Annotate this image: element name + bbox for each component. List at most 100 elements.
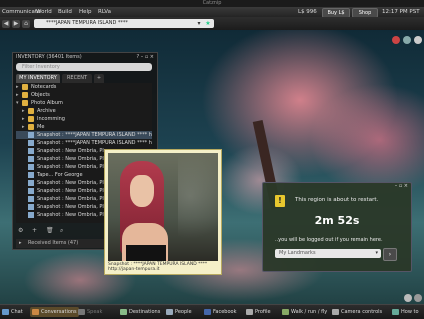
- back-icon[interactable]: ◀: [2, 20, 10, 28]
- toolbar-label: People: [175, 309, 192, 315]
- inventory-item-label: Snapshot : New Ombria, Plan: [37, 212, 111, 218]
- destinations-icon: [120, 308, 127, 315]
- snapshot-icon: [28, 204, 34, 210]
- snapshot-caption: Snapshot : ****JAPAN TEMPURA ISLAND ****…: [108, 262, 207, 272]
- collapsed-arrow-icon[interactable]: ▸: [16, 91, 19, 99]
- snapshot-icon: [28, 180, 34, 186]
- menu-build[interactable]: Build: [58, 7, 72, 17]
- teleport-go-button[interactable]: ›: [383, 248, 397, 261]
- voice-icon[interactable]: [414, 36, 422, 44]
- toolbar-chat-button[interactable]: Chat: [2, 307, 23, 317]
- bottom-toolbar: Chat Conversations Speak Destinations People…: [0, 304, 424, 319]
- collapsed-arrow-icon[interactable]: ▸: [22, 123, 25, 131]
- warning-icon: !: [275, 195, 285, 207]
- speak-icon: [78, 308, 85, 315]
- toolbar-label: Profile: [255, 309, 271, 315]
- folder-icon: [22, 100, 28, 106]
- chevron-down-icon[interactable]: ▾: [195, 20, 203, 28]
- collapsed-arrow-icon[interactable]: ▸: [16, 83, 19, 91]
- toolbar-walk-button[interactable]: Walk / run / fly: [282, 307, 327, 317]
- location-input[interactable]: ****JAPAN TEMPURA ISLAND ****: [34, 19, 214, 28]
- avatar-face: [130, 175, 154, 207]
- favorite-star-icon[interactable]: ★: [204, 20, 212, 28]
- landmark-select[interactable]: My Landmarks ▾: [275, 249, 381, 258]
- toolbar-label: Speak: [87, 309, 103, 315]
- collapsed-arrow-icon[interactable]: ▸: [22, 107, 25, 115]
- expanded-arrow-icon[interactable]: ▾: [16, 99, 19, 107]
- inventory-item[interactable]: Snapshot : ****JAPAN TEMPURA ISLAND ****…: [16, 131, 152, 139]
- inventory-folder[interactable]: ▸ Notecards: [16, 83, 152, 91]
- snapshot-icon: [28, 140, 34, 146]
- forward-icon[interactable]: ▶: [12, 20, 20, 28]
- folder-icon: [28, 116, 34, 122]
- received-items-label: Received Items (47): [28, 240, 79, 246]
- snapshot-image: [108, 153, 218, 261]
- inventory-folder[interactable]: ▸ Archive: [16, 107, 152, 115]
- dialog-controls[interactable]: – ▫ ×: [395, 183, 408, 189]
- toolbar-camera-button[interactable]: Camera controls: [332, 307, 382, 317]
- inventory-item-label: Snapshot : ****JAPAN TEMPURA ISLAND ****…: [37, 132, 152, 138]
- balance: L$ 996: [298, 9, 317, 15]
- plus-icon[interactable]: +: [32, 227, 37, 234]
- tab-recent[interactable]: RECENT: [62, 74, 92, 83]
- toolbar-facebook-button[interactable]: Facebook: [204, 307, 237, 317]
- search-icon[interactable]: ⌕: [60, 227, 63, 235]
- inventory-item-label: Snapshot : New Ombria, Plan: [37, 180, 111, 186]
- tab-my-inventory[interactable]: MY INVENTORY: [16, 74, 60, 83]
- toolbar-label: Camera controls: [341, 309, 383, 315]
- inventory-item-label: Snapshot : New Ombria, Plan: [37, 148, 111, 154]
- inventory-folder[interactable]: ▸ Objects: [16, 91, 152, 99]
- menu-rlva[interactable]: RLVa: [98, 7, 111, 17]
- home-icon[interactable]: ⌂: [22, 20, 30, 28]
- restart-message: This region is about to restart.: [295, 197, 379, 203]
- trash-icon[interactable]: 🗑: [46, 227, 54, 234]
- toolbar-people-button[interactable]: People: [166, 307, 192, 317]
- inventory-folder[interactable]: ▾ Photo Album: [16, 99, 152, 107]
- conversations-icon: [32, 308, 39, 315]
- restart-countdown: 2m 52s: [314, 214, 360, 227]
- walk-icon: [282, 308, 289, 315]
- inventory-item-label: Snapshot : New Ombria, Plan: [37, 164, 111, 170]
- toolbar-label: Chat: [11, 309, 23, 315]
- inventory-item-label: Notecards: [31, 84, 57, 90]
- snapshot-preview[interactable]: Snapshot : ****JAPAN TEMPURA ISLAND ****…: [104, 149, 222, 275]
- menu-communicate[interactable]: Communicate: [2, 7, 40, 17]
- inventory-folder[interactable]: ▸ Incomming: [16, 115, 152, 123]
- menu-world[interactable]: World: [36, 7, 52, 17]
- collapsed-arrow-icon[interactable]: ▸: [22, 115, 25, 123]
- inventory-item-label: Me: [37, 124, 45, 130]
- window-controls[interactable]: ? – ▫ ×: [137, 54, 155, 60]
- facebook-icon: [204, 308, 211, 315]
- toolbar-profile-button[interactable]: Profile: [246, 307, 271, 317]
- toolbar-destinations-button[interactable]: Destinations: [120, 307, 160, 317]
- people-icon: [166, 308, 173, 315]
- settings-icon[interactable]: [414, 294, 422, 302]
- toolbar-conversations-button[interactable]: Conversations: [30, 307, 79, 317]
- inventory-item-label: Archive: [37, 108, 56, 114]
- gear-icon[interactable]: ⚙: [18, 227, 23, 234]
- snapshot-icon: [28, 212, 34, 218]
- toolbar-label: Destinations: [129, 309, 161, 315]
- logout-warning: ..you will be logged out if you remain h…: [275, 237, 383, 243]
- inventory-item[interactable]: Snapshot : ****JAPAN TEMPURA ISLAND ****…: [16, 139, 152, 147]
- minimap-icon[interactable]: [404, 294, 412, 302]
- inventory-folder[interactable]: ▸ Me: [16, 123, 152, 131]
- inventory-filter-input[interactable]: Filter Inventory: [16, 63, 152, 71]
- toolbar-speak-button[interactable]: Speak: [78, 307, 102, 317]
- chevron-down-icon: ▾: [375, 250, 378, 256]
- media-icon[interactable]: [392, 36, 400, 44]
- snapshot-icon: [28, 188, 34, 194]
- camera-icon: [332, 308, 339, 315]
- folder-icon: [28, 108, 34, 114]
- toolbar-howto-button[interactable]: How to: [392, 307, 419, 317]
- window-title: Catznip: [0, 0, 424, 7]
- snapshot-icon: [28, 156, 34, 162]
- snapshot-icon: [28, 148, 34, 154]
- menu-help[interactable]: Help: [79, 7, 92, 17]
- add-tab-button[interactable]: +: [94, 74, 104, 83]
- background-tree: [178, 153, 218, 261]
- folder-icon: [22, 84, 28, 90]
- snapshot-icon: [28, 164, 34, 170]
- inventory-item-label: Objects: [31, 92, 50, 98]
- avatar-icon[interactable]: [403, 36, 411, 44]
